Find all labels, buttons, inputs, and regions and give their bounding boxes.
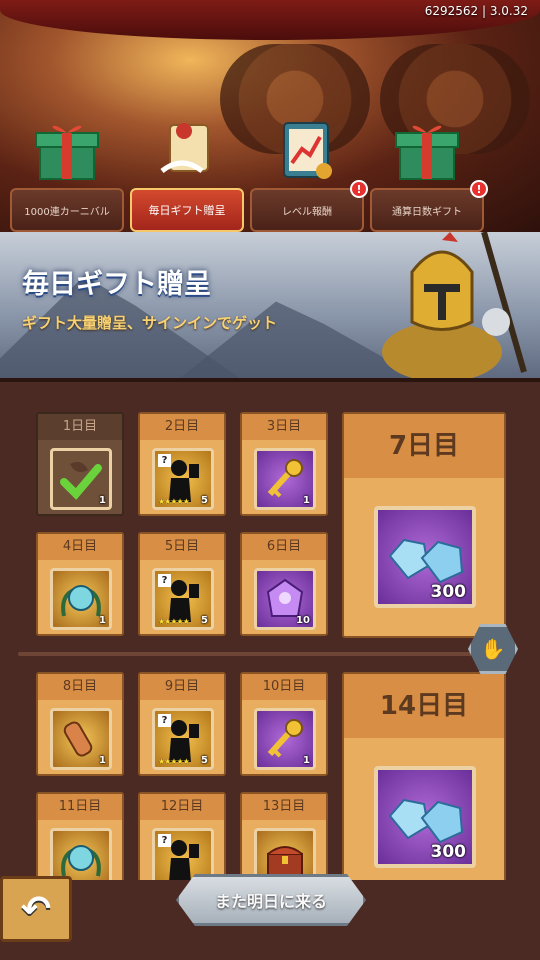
tab-level-reward[interactable]: レベル報酬 ! bbox=[250, 110, 368, 232]
day-cell-6[interactable]: 6日目 10 bbox=[240, 532, 328, 636]
mystery-mark: ? bbox=[158, 714, 171, 727]
clipboard-chart-icon bbox=[267, 110, 347, 190]
event-title: 毎日ギフト贈呈 bbox=[22, 269, 211, 300]
knight-illustration bbox=[372, 232, 532, 378]
day-cell-9[interactable]: 9日目 ? ★★★★★ 5 bbox=[138, 672, 226, 776]
back-arrow-icon: ↶ bbox=[20, 888, 52, 930]
day-label: 7日目 bbox=[344, 414, 504, 478]
day-cell-8[interactable]: 8日目 1 bbox=[36, 672, 124, 776]
day-label: 5日目 bbox=[140, 534, 224, 560]
reward-grid-panel: 1日目 1 2日目 ? ★★★★★ 5 3日目 1 4日目 1 5日目 ? ★★… bbox=[0, 378, 540, 898]
gold-key-icon: 1 bbox=[254, 708, 316, 770]
hero-shard-icon: ? ★★★★★ 5 bbox=[152, 708, 214, 770]
alert-badge: ! bbox=[350, 180, 368, 198]
come-tomorrow-button[interactable]: また明日に来る bbox=[176, 874, 366, 926]
reward-qty: 5 bbox=[201, 495, 208, 506]
event-subtitle: ギフト大量贈呈、サインインでゲット bbox=[22, 314, 278, 332]
reward-qty: 5 bbox=[201, 615, 208, 626]
alert-badge: ! bbox=[470, 180, 488, 198]
day-label: 13日目 bbox=[242, 794, 326, 820]
diamond-icon: 300 bbox=[374, 506, 476, 608]
gold-key-icon: 1 bbox=[254, 448, 316, 510]
star-rating: ★★★★★ bbox=[158, 497, 190, 506]
tab-label: 毎日ギフト贈呈 bbox=[130, 188, 244, 232]
gift-box-icon bbox=[387, 110, 467, 190]
reward-qty: 1 bbox=[303, 495, 310, 506]
purple-crystal-icon: 10 bbox=[254, 568, 316, 630]
tab-cumulative-gift[interactable]: 通算日数ギフト ! bbox=[370, 110, 488, 232]
back-button[interactable]: ↶ bbox=[0, 876, 72, 942]
scroll-icon bbox=[147, 110, 227, 190]
version-label: 6292562 | 3.0.32 bbox=[424, 4, 528, 18]
event-tabs: 1000連カーニバル 毎日ギフト贈呈 レベル報酬 ! 通算日数ギフト ! bbox=[10, 110, 488, 232]
day-label: 14日目 bbox=[344, 674, 504, 738]
event-header: 毎日ギフト贈呈 ギフト大量贈呈、サインインでゲット bbox=[0, 232, 540, 378]
reward-qty: 1 bbox=[99, 495, 106, 506]
day-cell-14[interactable]: 14日目 300 bbox=[342, 672, 506, 898]
reward-qty: 300 bbox=[430, 842, 467, 862]
orb-icon: 1 bbox=[50, 568, 112, 630]
reward-qty: 10 bbox=[296, 615, 310, 626]
day-label: 10日目 bbox=[242, 674, 326, 700]
day-label: 1日目 bbox=[38, 414, 122, 440]
reward-qty: 5 bbox=[201, 755, 208, 766]
day-label: 12日目 bbox=[140, 794, 224, 820]
tab-label: レベル報酬 bbox=[250, 188, 364, 232]
day-label: 2日目 bbox=[140, 414, 224, 440]
day-label: 9日目 bbox=[140, 674, 224, 700]
day-cell-7[interactable]: 7日目 300 bbox=[342, 412, 506, 638]
day-label: 3日目 bbox=[242, 414, 326, 440]
day-cell-10[interactable]: 10日目 1 bbox=[240, 672, 328, 776]
day-cell-4[interactable]: 4日目 1 bbox=[36, 532, 124, 636]
day-cell-2[interactable]: 2日目 ? ★★★★★ 5 bbox=[138, 412, 226, 516]
gift-box-icon bbox=[27, 110, 107, 190]
tab-1000-carnival[interactable]: 1000連カーニバル bbox=[10, 110, 124, 232]
mystery-mark: ? bbox=[158, 454, 171, 467]
star-rating: ★★★★★ bbox=[158, 617, 190, 626]
day-label: 11日目 bbox=[38, 794, 122, 820]
diamond-icon: 300 bbox=[374, 766, 476, 868]
reward-qty: 1 bbox=[99, 755, 106, 766]
day-cell-5[interactable]: 5日目 ? ★★★★★ 5 bbox=[138, 532, 226, 636]
event-top-banner: 6292562 | 3.0.32 1000連カーニバル 毎日ギフト贈呈 レベル報… bbox=[0, 0, 540, 232]
day-cell-3[interactable]: 3日目 1 bbox=[240, 412, 328, 516]
reward-qty: 1 bbox=[303, 755, 310, 766]
reward-qty: 1 bbox=[99, 615, 106, 626]
hand-icon: ✋ bbox=[480, 637, 506, 661]
mystery-mark: ? bbox=[158, 574, 171, 587]
mystery-mark: ? bbox=[158, 834, 171, 847]
day-label: 8日目 bbox=[38, 674, 122, 700]
day-label: 6日目 bbox=[242, 534, 326, 560]
reward-qty: 300 bbox=[430, 582, 467, 602]
tab-label: 通算日数ギフト bbox=[370, 188, 484, 232]
week-divider bbox=[18, 652, 496, 656]
hero-shard-icon: ? ★★★★★ 5 bbox=[152, 448, 214, 510]
day-cell-1[interactable]: 1日目 1 bbox=[36, 412, 124, 516]
star-rating: ★★★★★ bbox=[158, 757, 190, 766]
tab-label: 1000連カーニバル bbox=[10, 188, 124, 232]
material-check-icon: 1 bbox=[50, 448, 112, 510]
tab-daily-gift[interactable]: 毎日ギフト贈呈 bbox=[130, 110, 244, 232]
day-label: 4日目 bbox=[38, 534, 122, 560]
scroll-icon: 1 bbox=[50, 708, 112, 770]
hero-shard-icon: ? ★★★★★ 5 bbox=[152, 568, 214, 630]
